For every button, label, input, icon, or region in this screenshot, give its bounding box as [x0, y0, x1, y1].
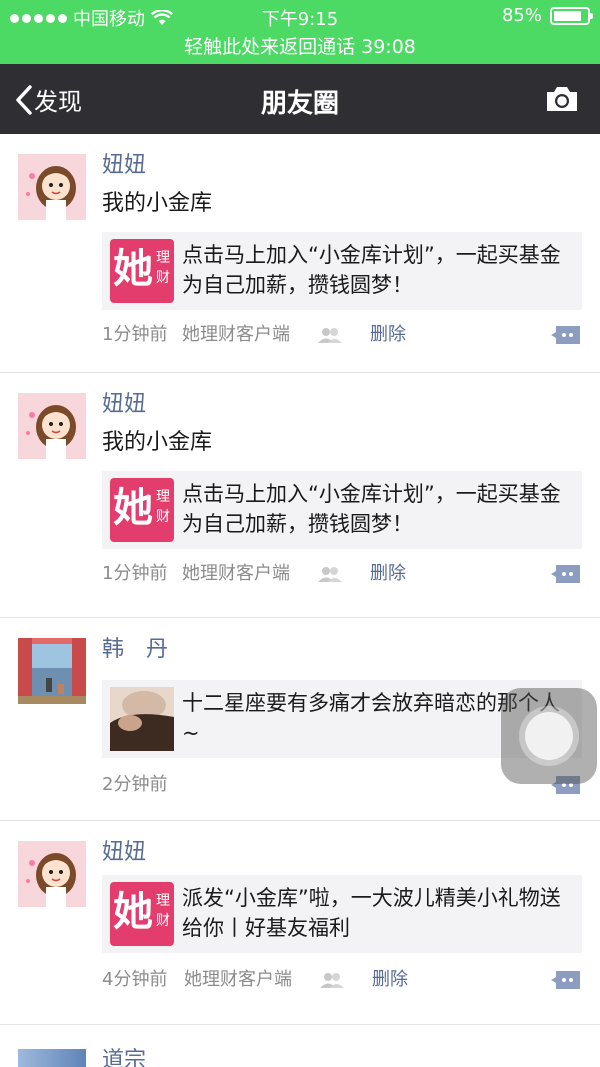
comment-icon[interactable] — [550, 969, 582, 991]
moments-screen: 中国移动 下午9:15 85% 轻触此处来返回通话 39:08 发现 朋友圈 妞… — [0, 0, 600, 1067]
brand-logo-small: 理财 — [156, 250, 170, 286]
shared-link-card[interactable]: 她 理财 点击马上加入“小金库计划”，一起买基金为自己加薪，攒钱圆梦！ — [102, 471, 582, 549]
post-source[interactable]: 她理财客户端 — [182, 559, 290, 589]
return-to-call-banner[interactable]: 轻触此处来返回通话 39:08 — [0, 32, 600, 64]
post-time: 2分钟前 — [102, 774, 168, 795]
brand-logo-small: 理财 — [156, 893, 170, 929]
brand-logo: 她 理财 — [110, 882, 174, 946]
avatar[interactable] — [18, 841, 86, 907]
shared-link-card[interactable]: 她 理财 派发“小金库”啦，一大波儿精美小礼物送给你丨好基友福利 — [102, 875, 582, 953]
post-author[interactable]: 韩 丹 — [102, 634, 582, 666]
brand-logo: 她 理财 — [110, 239, 174, 303]
shared-link-card[interactable]: 她 理财 点击马上加入“小金库计划”，一起买基金为自己加薪，攒钱圆梦！ — [102, 232, 582, 310]
post-source[interactable]: 她理财客户端 — [184, 965, 292, 995]
card-title: 点击马上加入“小金库计划”，一起买基金为自己加薪，攒钱圆梦！ — [182, 243, 561, 297]
feed-post: 妞妞 我的小金库 她 理财 点击马上加入“小金库计划”，一起买基金为自己加薪，攒… — [0, 373, 600, 618]
post-author[interactable]: 妞妞 — [102, 389, 582, 421]
brand-logo-big: 她 — [113, 889, 153, 935]
page-title: 朋友圈 — [260, 89, 339, 119]
post-source[interactable]: 她理财客户端 — [182, 320, 290, 350]
post-time: 4分钟前 — [102, 969, 168, 990]
delete-button[interactable]: 删除 — [370, 559, 406, 589]
post-author[interactable]: 妞妞 — [102, 150, 582, 182]
brand-logo-big: 她 — [113, 485, 153, 531]
visibility-people-icon — [318, 328, 342, 343]
article-thumbnail — [110, 687, 174, 751]
post-time: 1分钟前 — [102, 563, 168, 584]
brand-logo-small: 理财 — [156, 489, 170, 525]
post-meta: 1分钟前 她理财客户端 删除 — [102, 320, 582, 350]
feed-post: 道宗 — [0, 1025, 600, 1067]
delete-button[interactable]: 删除 — [372, 965, 408, 995]
visibility-people-icon — [320, 973, 344, 988]
feed-post: 妞妞 我的小金库 她 理财 点击马上加入“小金库计划”，一起买基金为自己加薪，攒… — [0, 134, 600, 373]
avatar[interactable] — [18, 638, 86, 704]
status-bar[interactable]: 中国移动 下午9:15 85% 轻触此处来返回通话 39:08 — [0, 0, 600, 64]
feed-post: 妞妞 她 理财 派发“小金库”啦，一大波儿精美小礼物送给你丨好基友福利 4分钟前… — [0, 821, 600, 1025]
post-meta: 4分钟前 她理财客户端 删除 — [102, 965, 582, 995]
battery-icon — [550, 6, 593, 25]
comment-icon[interactable] — [550, 563, 582, 585]
avatar[interactable] — [18, 154, 86, 220]
nav-bar: 发现 朋友圈 — [0, 64, 600, 134]
post-author[interactable]: 妞妞 — [102, 837, 582, 869]
avatar[interactable] — [18, 1049, 86, 1067]
post-author[interactable]: 道宗 — [102, 1045, 582, 1067]
post-text: 我的小金库 — [102, 430, 213, 455]
brand-logo: 她 理财 — [110, 478, 174, 542]
camera-icon[interactable] — [544, 84, 580, 114]
battery-group: 85% — [501, 5, 593, 26]
comment-icon[interactable] — [550, 324, 582, 346]
avatar[interactable] — [18, 393, 86, 459]
card-title: 点击马上加入“小金库计划”，一起买基金为自己加薪，攒钱圆梦！ — [182, 482, 561, 536]
post-text: 我的小金库 — [102, 191, 213, 216]
battery-percent: 85% — [501, 5, 542, 26]
moments-feed[interactable]: 妞妞 我的小金库 她 理财 点击马上加入“小金库计划”，一起买基金为自己加薪，攒… — [0, 134, 600, 1067]
assistive-touch-button[interactable] — [501, 688, 597, 784]
post-meta: 1分钟前 她理财客户端 删除 — [102, 559, 582, 589]
brand-logo-big: 她 — [113, 246, 153, 292]
delete-button[interactable]: 删除 — [370, 320, 406, 350]
card-title: 派发“小金库”啦，一大波儿精美小礼物送给你丨好基友福利 — [182, 886, 561, 940]
post-time: 1分钟前 — [102, 324, 168, 345]
visibility-people-icon — [318, 567, 342, 582]
